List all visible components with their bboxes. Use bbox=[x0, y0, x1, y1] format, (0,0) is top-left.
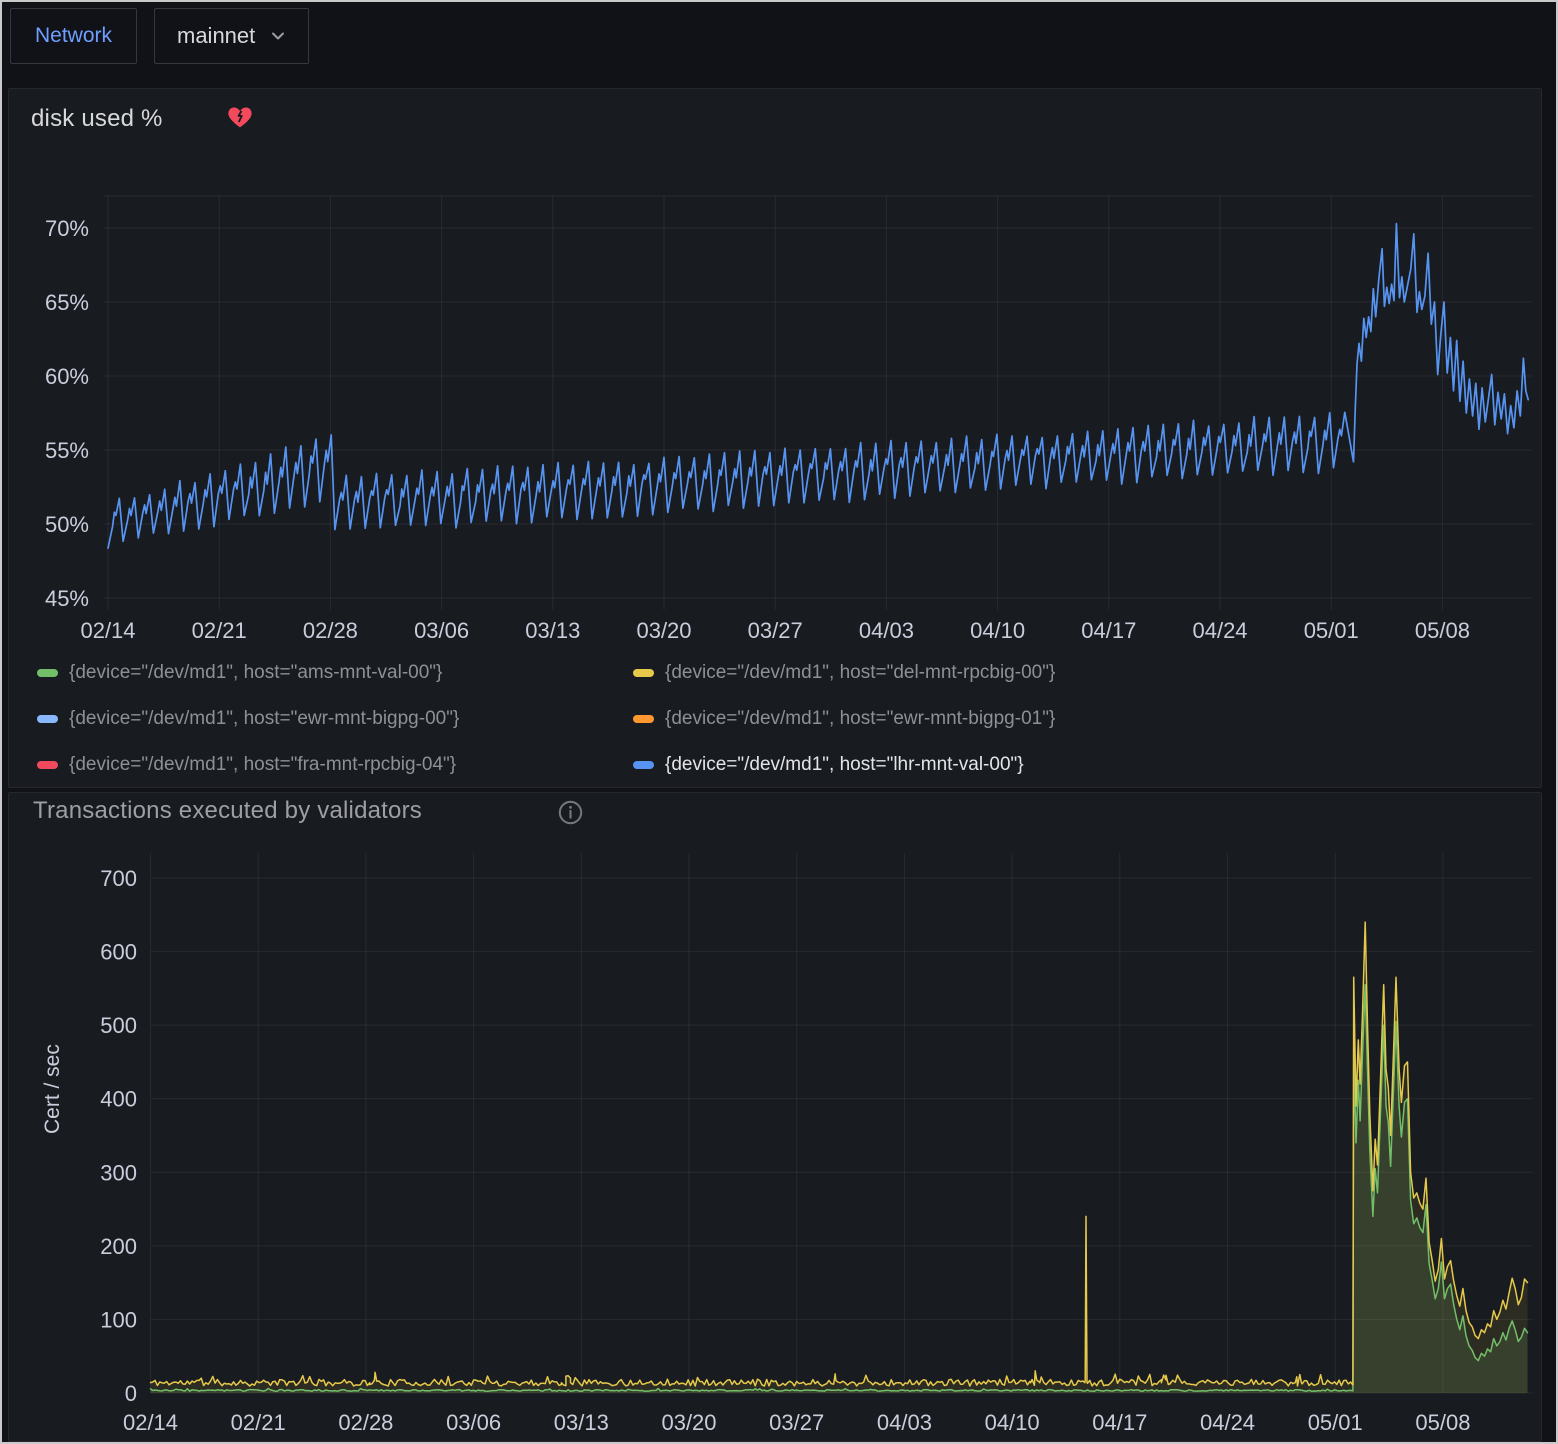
x-axis-tick-label: 03/20 bbox=[636, 618, 691, 643]
x-axis-tick-label: 04/03 bbox=[859, 618, 914, 643]
x-axis-tick-label: 03/13 bbox=[554, 1410, 609, 1435]
x-axis-tick-label: 04/10 bbox=[985, 1410, 1040, 1435]
x-axis-tick-label: 02/28 bbox=[338, 1410, 393, 1435]
legend-item[interactable]: {device="/dev/md1", host="ams-mnt-val-00… bbox=[37, 662, 633, 684]
x-axis-tick-label: 03/27 bbox=[769, 1410, 824, 1435]
y-axis-tick-label: 65% bbox=[45, 290, 89, 315]
x-axis-tick-label: 02/28 bbox=[303, 618, 358, 643]
x-axis-tick-label: 03/27 bbox=[748, 618, 803, 643]
broken-heart-icon bbox=[227, 104, 253, 129]
y-axis-tick-label: 600 bbox=[100, 940, 137, 965]
x-axis-tick-label: 05/08 bbox=[1415, 618, 1470, 643]
y-axis-tick-label: 0 bbox=[125, 1381, 137, 1406]
legend-series-label: {device="/dev/md1", host="lhr-mnt-val-00… bbox=[665, 754, 1024, 776]
legend-item[interactable]: {device="/dev/md1", host="del-mnt-rpcbig… bbox=[633, 662, 1055, 684]
panel-title: Transactions executed by validators bbox=[33, 797, 422, 825]
legend-series-label: {device="/dev/md1", host="ams-mnt-val-00… bbox=[69, 662, 442, 684]
y-axis-tick-label: 700 bbox=[100, 866, 137, 891]
chevron-down-icon bbox=[270, 28, 286, 44]
disk-used-lhr-mnt-val-00-line bbox=[108, 224, 1528, 549]
y-axis-tick-label: 400 bbox=[100, 1087, 137, 1112]
x-axis-tick-label: 03/20 bbox=[661, 1410, 716, 1435]
x-axis-tick-label: 04/17 bbox=[1081, 618, 1136, 643]
x-axis-tick-label: 03/06 bbox=[446, 1410, 501, 1435]
variable-value: mainnet bbox=[177, 23, 255, 49]
chart-legend: {device="/dev/md1", host="ams-mnt-val-00… bbox=[37, 650, 1055, 788]
legend-series-swatch bbox=[633, 761, 654, 769]
x-axis-tick-label: 05/08 bbox=[1415, 1410, 1470, 1435]
x-axis-tick-label: 05/01 bbox=[1308, 1410, 1363, 1435]
transactions-chart-canvas[interactable]: 0 100 200 300 400 500 600 700 02/14 02/21 02/28 03/… bbox=[9, 793, 1541, 1441]
legend-item[interactable]: {device="/dev/md1", host="ewr-mnt-bigpg-… bbox=[633, 708, 1055, 730]
network-variable-dropdown[interactable]: mainnet bbox=[154, 8, 309, 64]
info-icon[interactable] bbox=[557, 799, 584, 826]
x-axis-tick-label: 04/24 bbox=[1200, 1410, 1255, 1435]
legend-series-label: {device="/dev/md1", host="fra-mnt-rpcbig… bbox=[69, 754, 456, 776]
x-axis-tick-label: 05/01 bbox=[1304, 618, 1359, 643]
x-axis-tick-label: 02/14 bbox=[80, 618, 135, 643]
certs-per-sec-yellow-fill bbox=[151, 922, 1528, 1393]
x-axis-tick-label: 04/24 bbox=[1192, 618, 1247, 643]
legend-series-swatch bbox=[633, 669, 654, 677]
legend-series-swatch bbox=[37, 761, 58, 769]
legend-series-swatch bbox=[37, 715, 58, 723]
panel-title: disk used % bbox=[31, 105, 163, 133]
legend-item[interactable]: {device="/dev/md1", host="lhr-mnt-val-00… bbox=[633, 754, 1055, 776]
x-axis-tick-label: 04/17 bbox=[1092, 1410, 1147, 1435]
legend-series-label: {device="/dev/md1", host="ewr-mnt-bigpg-… bbox=[665, 708, 1055, 730]
panel-transactions: Transactions executed by validators Cert… bbox=[8, 792, 1542, 1442]
variable-label-box: Network bbox=[10, 8, 137, 64]
x-axis-tick-label: 02/14 bbox=[123, 1410, 178, 1435]
legend-item[interactable]: {device="/dev/md1", host="ewr-mnt-bigpg-… bbox=[37, 708, 633, 730]
y-axis-tick-label: 45% bbox=[45, 586, 89, 611]
y-axis-tick-label: 300 bbox=[100, 1160, 137, 1185]
certs-per-sec-yellow-line bbox=[151, 922, 1528, 1386]
y-axis-tick-label: 100 bbox=[100, 1307, 137, 1332]
y-axis-tick-label: 55% bbox=[45, 438, 89, 463]
legend-series-swatch bbox=[633, 715, 654, 723]
y-axis-tick-label: 200 bbox=[100, 1234, 137, 1259]
legend-series-swatch bbox=[37, 669, 58, 677]
x-axis-tick-label: 04/10 bbox=[970, 618, 1025, 643]
legend-series-label: {device="/dev/md1", host="ewr-mnt-bigpg-… bbox=[69, 708, 459, 730]
panel-disk-used: disk used % 45% 50% 55% 60% 65% 70% 02/14 02/21… bbox=[8, 88, 1542, 788]
y-axis-tick-label: 70% bbox=[45, 216, 89, 241]
x-axis-tick-label: 02/21 bbox=[192, 618, 247, 643]
x-axis-tick-label: 03/13 bbox=[525, 618, 580, 643]
legend-item[interactable]: {device="/dev/md1", host="fra-mnt-rpcbig… bbox=[37, 754, 633, 776]
certs-per-sec-green-line bbox=[151, 985, 1528, 1391]
y-axis-tick-label: 50% bbox=[45, 512, 89, 537]
y-axis-tick-label: 500 bbox=[100, 1013, 137, 1038]
x-axis-tick-label: 04/03 bbox=[877, 1410, 932, 1435]
x-axis-tick-label: 02/21 bbox=[231, 1410, 286, 1435]
certs-per-sec-green-fill bbox=[151, 985, 1528, 1393]
legend-series-label: {device="/dev/md1", host="del-mnt-rpcbig… bbox=[665, 662, 1055, 684]
x-axis-tick-label: 03/06 bbox=[414, 618, 469, 643]
variable-label: Network bbox=[35, 24, 112, 48]
y-axis-tick-label: 60% bbox=[45, 364, 89, 389]
